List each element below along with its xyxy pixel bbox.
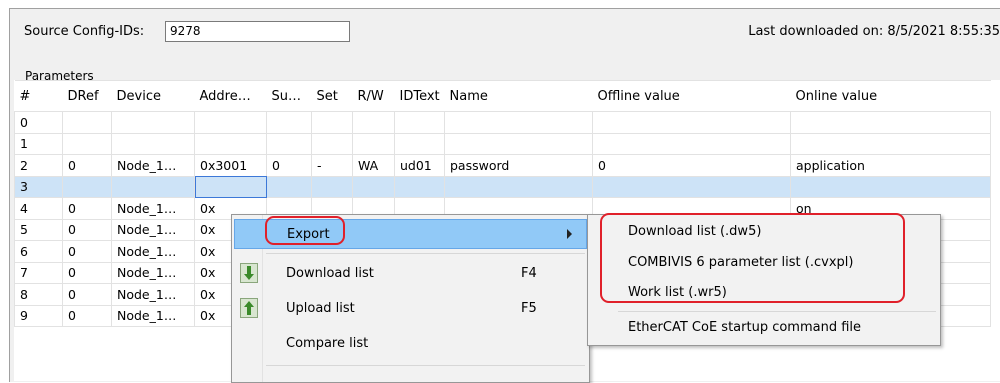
export-highlight-outline (265, 216, 345, 245)
column-header[interactable]: Set (311, 80, 353, 112)
table-cell[interactable]: WA (352, 154, 395, 177)
table-cell[interactable]: 7 (14, 261, 63, 284)
table-row[interactable]: 0 (14, 111, 991, 134)
table-cell[interactable]: 9 (14, 304, 63, 327)
column-header[interactable]: R/W (352, 80, 395, 112)
column-header[interactable]: Offline value (592, 80, 791, 112)
table-cell[interactable]: Node_1… (111, 218, 195, 241)
table-cell[interactable] (394, 132, 445, 155)
table-cell[interactable] (111, 111, 195, 134)
table-cell[interactable] (62, 132, 112, 155)
table-cell[interactable]: 0x3001 (194, 154, 267, 177)
table-cell[interactable] (394, 111, 445, 134)
submenu-separator (618, 311, 936, 312)
table-cell[interactable] (194, 132, 267, 155)
table-cell[interactable]: 8 (14, 283, 63, 306)
table-cell[interactable] (266, 132, 312, 155)
table-cell[interactable]: Node_1… (111, 240, 195, 263)
submenu-arrow-icon (567, 229, 572, 239)
table-cell[interactable] (352, 175, 395, 198)
table-cell[interactable] (790, 111, 991, 134)
table-row[interactable]: 1 (14, 132, 991, 155)
table-cell[interactable]: Node_1… (111, 154, 195, 177)
table-cell[interactable]: ud01 (394, 154, 445, 177)
table-cell[interactable]: Node_1… (111, 197, 195, 220)
menu-item-upload-list[interactable]: Upload list F5 (234, 294, 587, 324)
table-cell[interactable]: 1 (14, 132, 63, 155)
source-config-input[interactable]: 9278 (165, 21, 350, 42)
source-bar: Source Config-IDs: 9278 Last downloaded … (10, 9, 1000, 61)
table-cell[interactable] (790, 132, 991, 155)
table-cell[interactable] (592, 132, 791, 155)
table-cell[interactable] (62, 175, 112, 198)
table-cell[interactable]: 0 (592, 154, 791, 177)
column-header[interactable]: IDText (394, 80, 445, 112)
table-header: # DRef Device Addre… Su… Set R/W IDText Name Offl… (14, 80, 991, 112)
table-cell[interactable]: 6 (14, 240, 63, 263)
table-cell[interactable] (311, 111, 353, 134)
table-cell[interactable]: application (790, 154, 991, 177)
last-downloaded-text: Last downloaded on: 8/5/2021 8:55:35 (748, 24, 1000, 39)
table-cell[interactable]: 0 (62, 197, 112, 220)
table-cell[interactable]: 0 (62, 240, 112, 263)
upload-arrow-icon (240, 298, 258, 318)
table-cell[interactable] (352, 111, 395, 134)
table-cell[interactable] (352, 132, 395, 155)
column-header[interactable]: Name (444, 80, 593, 112)
table-cell[interactable] (111, 132, 195, 155)
table-cell[interactable] (311, 175, 353, 198)
column-header[interactable]: Addre… (194, 80, 267, 112)
table-cell[interactable] (444, 175, 593, 198)
table-cell[interactable]: password (444, 154, 593, 177)
table-cell[interactable]: 0 (266, 154, 312, 177)
menu-item-compare-list[interactable]: Compare list (234, 329, 587, 359)
column-header[interactable]: Device (111, 80, 195, 112)
table-cell[interactable] (592, 175, 791, 198)
table-cell[interactable] (194, 175, 267, 198)
submenu-item-ethercat-coe[interactable]: EtherCAT CoE startup command file (628, 320, 861, 335)
table-cell[interactable] (592, 111, 791, 134)
table-cell[interactable] (111, 175, 195, 198)
table-cell[interactable] (62, 111, 112, 134)
table-cell[interactable] (394, 175, 445, 198)
table-cell[interactable] (444, 132, 593, 155)
table-cell[interactable] (194, 111, 267, 134)
table-cell[interactable] (266, 175, 312, 198)
table-cell[interactable] (266, 111, 312, 134)
table-cell[interactable]: Node_1… (111, 304, 195, 327)
table-cell[interactable]: 0 (62, 283, 112, 306)
table-cell[interactable]: 0 (14, 111, 63, 134)
column-header[interactable]: Su… (266, 80, 312, 112)
export-options-highlight-outline (600, 213, 905, 303)
table-cell[interactable]: 5 (14, 218, 63, 241)
table-cell[interactable] (311, 132, 353, 155)
table-row[interactable]: 2 0 Node_1… 0x3001 0- WA ud01 password 0 applicat… (14, 154, 991, 177)
source-config-label: Source Config-IDs: (24, 24, 145, 39)
table-cell[interactable]: 0 (62, 304, 112, 327)
table-cell[interactable] (444, 111, 593, 134)
menu-separator (266, 253, 585, 254)
menu-separator (266, 365, 585, 366)
table-cell[interactable]: Node_1… (111, 283, 195, 306)
table-cell[interactable]: 0 (62, 218, 112, 241)
table-row[interactable]: 3 (14, 175, 991, 198)
table-cell[interactable]: - (311, 154, 353, 177)
table-cell[interactable] (790, 175, 991, 198)
menu-item-download-list[interactable]: Download list F4 (234, 259, 587, 289)
table-cell[interactable]: 4 (14, 197, 63, 220)
table-cell[interactable]: 2 (14, 154, 63, 177)
download-arrow-icon (240, 263, 258, 283)
table-cell[interactable]: Node_1… (111, 261, 195, 284)
table-cell[interactable]: 0 (62, 261, 112, 284)
column-header[interactable]: DRef (62, 80, 112, 112)
table-cell[interactable]: 3 (14, 175, 63, 198)
column-header[interactable]: # (14, 80, 63, 112)
column-header[interactable]: Online value (790, 80, 991, 112)
table-cell[interactable]: 0 (62, 154, 112, 177)
